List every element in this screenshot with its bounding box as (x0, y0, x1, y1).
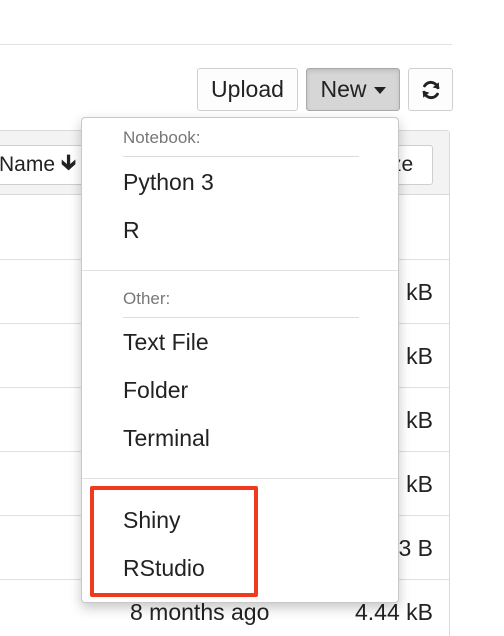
menu-item-r[interactable]: R (123, 216, 140, 244)
new-button-label: New (320, 76, 367, 102)
file-size: kB (406, 471, 433, 497)
name-column-label: Name (0, 153, 56, 176)
menu-item-text-file[interactable]: Text File (123, 328, 209, 356)
new-dropdown-button[interactable]: New (306, 68, 400, 111)
menu-item-terminal[interactable]: Terminal (123, 424, 210, 452)
menu-divider (82, 478, 398, 479)
menu-item-folder[interactable]: Folder (123, 376, 188, 404)
notebook-section-header: Notebook: (123, 128, 201, 147)
refresh-button[interactable] (408, 68, 453, 111)
upload-button[interactable]: Upload (197, 68, 298, 111)
menu-divider (82, 270, 398, 271)
jupyter-file-browser: Upload New Name 🡳 ze kB kB kB kB 3 B 8 m… (0, 0, 504, 636)
header-divider (0, 44, 452, 45)
file-size: 3 B (398, 535, 433, 561)
file-size: kB (406, 279, 433, 305)
menu-item-python3[interactable]: Python 3 (123, 168, 214, 196)
menu-item-shiny[interactable]: Shiny (123, 506, 181, 534)
arrow-down-icon: 🡳 (61, 150, 77, 174)
file-size: kB (406, 407, 433, 433)
notebook-header-rule (123, 156, 359, 157)
other-header-rule (123, 317, 359, 318)
menu-item-rstudio[interactable]: RStudio (123, 554, 205, 582)
caret-down-icon (373, 87, 386, 94)
file-size: kB (406, 343, 433, 369)
other-section-header: Other: (123, 289, 171, 308)
new-dropdown-menu: Notebook: Python 3 R Other: Text File Fo… (81, 117, 399, 603)
upload-button-label: Upload (211, 76, 284, 102)
sort-by-name-button[interactable]: Name 🡳 (0, 145, 92, 185)
refresh-icon (422, 80, 439, 99)
